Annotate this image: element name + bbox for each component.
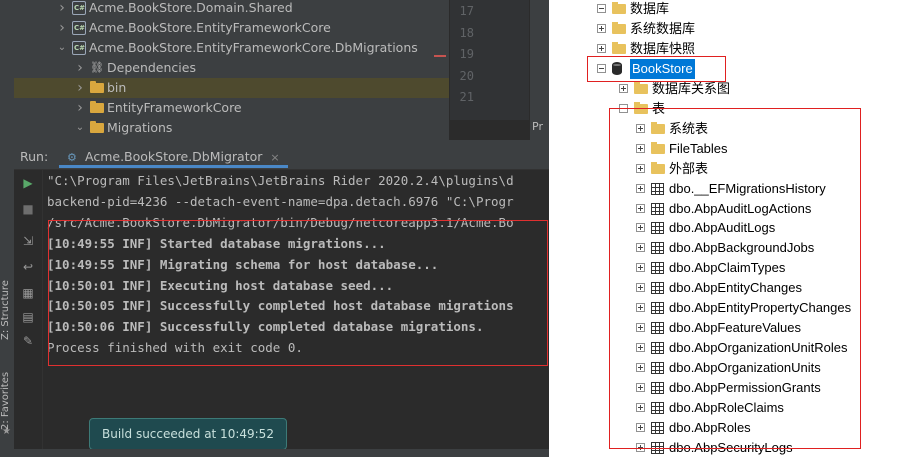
- folder-icon: [612, 21, 626, 34]
- tree-item[interactable]: › EntityFrameworkCore: [14, 98, 449, 118]
- close-tab-icon[interactable]: ×: [270, 151, 279, 164]
- folder-icon: [90, 98, 104, 119]
- line-number: 19: [459, 47, 474, 61]
- tree-item-label: Migrations: [107, 120, 173, 135]
- folder-icon: [90, 78, 104, 99]
- tree-item-label: Acme.BookStore.EntityFrameworkCore: [89, 20, 331, 35]
- print-icon[interactable]: ▤: [21, 310, 35, 324]
- tree-item-label: Acme.BookStore.Domain.Shared: [89, 0, 293, 15]
- tree-item[interactable]: ⌄ Migrations: [14, 118, 449, 138]
- expand-icon[interactable]: [597, 43, 606, 53]
- tree-item-label: EntityFrameworkCore: [107, 100, 242, 115]
- run-tools-column: ▶ ■ ⇲ ↩ ▦ ▤ ✎: [14, 170, 43, 457]
- stop-icon[interactable]: ■: [21, 202, 35, 216]
- line-number: 21: [459, 90, 474, 104]
- line-number: 20: [459, 68, 474, 83]
- pin-icon[interactable]: ✎: [21, 334, 35, 348]
- soft-wrap-icon[interactable]: ↩: [21, 260, 35, 274]
- scroll-end-icon[interactable]: ⇲: [21, 234, 35, 248]
- folder-icon: [612, 2, 626, 14]
- highlight-box-database: [587, 56, 726, 82]
- tree-item-label: Dependencies: [107, 60, 196, 75]
- tree-item[interactable]: › ⛓ Dependencies: [14, 58, 449, 78]
- favorites-side-tab[interactable]: 2: Favorites: [0, 360, 14, 430]
- node-label: 系统数据库: [630, 20, 696, 36]
- rider-ide: Z: Structure 2: Favorites ★ ›Acme.BookSt…: [0, 0, 549, 457]
- line-number: 17: [459, 4, 474, 18]
- run-tab-label: Acme.BookStore.DbMigrator: [85, 149, 263, 164]
- layout-icon[interactable]: ▦: [21, 286, 35, 300]
- run-toolbar: Run: ⚙ Acme.BookStore.DbMigrator ×: [14, 145, 549, 170]
- run-label: Run:: [20, 149, 49, 164]
- collapse-icon[interactable]: [597, 4, 606, 13]
- folder-icon: [90, 118, 104, 139]
- structure-side-tab[interactable]: Z: Structure: [0, 262, 14, 340]
- folder-icon: [634, 81, 648, 94]
- folder-icon: [612, 41, 626, 54]
- line-number: 18: [459, 25, 474, 40]
- run-config-tab[interactable]: ⚙ Acme.BookStore.DbMigrator ×: [59, 145, 288, 168]
- tree-item[interactable]: › bin: [14, 78, 449, 98]
- rerun-icon[interactable]: ▶: [21, 176, 35, 190]
- chevron-right-icon[interactable]: ›: [74, 58, 86, 78]
- chevron-right-icon[interactable]: ›: [56, 0, 68, 18]
- chevron-down-icon[interactable]: ⌄: [74, 118, 86, 138]
- run-config-icon: ⚙: [67, 151, 77, 164]
- tree-item[interactable]: ⌄ Acme.BookStore.EntityFrameworkCore.DbMi…: [14, 38, 449, 58]
- console-line: "C:\Program Files\JetBrains\JetBrains Ri…: [47, 173, 514, 188]
- console-line: backend-pid=4236 --detach-event-name=dpa…: [47, 193, 514, 209]
- tree-item-label: Acme.BookStore.EntityFrameworkCore.DbMig…: [89, 40, 418, 55]
- chevron-right-icon[interactable]: ›: [56, 18, 68, 38]
- highlight-box-tables: [609, 108, 861, 449]
- chevron-down-icon[interactable]: ⌄: [56, 38, 68, 58]
- expand-icon[interactable]: [597, 23, 606, 33]
- tree-item[interactable]: › Acme.BookStore.Domain.Shared: [14, 0, 449, 18]
- expand-icon[interactable]: [619, 83, 628, 93]
- right-panel-label[interactable]: Pr: [532, 120, 543, 133]
- node-label: 数据库: [630, 1, 670, 16]
- star-icon: ★: [2, 426, 11, 437]
- right-tool-panel: [529, 0, 549, 140]
- editor-gutter: 17 18 19 20 21: [449, 0, 530, 120]
- status-bar: [0, 449, 549, 457]
- dependencies-icon: ⛓: [90, 61, 104, 74]
- breakpoint-marker: [434, 55, 446, 57]
- tree-item[interactable]: › Acme.BookStore.EntityFrameworkCore: [14, 18, 449, 38]
- object-explorer-node[interactable]: 数据库: [549, 0, 912, 19]
- object-explorer-node[interactable]: 系统数据库: [549, 19, 912, 39]
- tree-item-label: bin: [107, 80, 127, 95]
- chevron-right-icon[interactable]: ›: [74, 78, 86, 98]
- left-tool-strip: Z: Structure 2: Favorites ★: [0, 0, 15, 457]
- solution-tree: ›Acme.BookStore.Domain.Shared›Acme.BookS…: [14, 0, 449, 140]
- build-status-toast[interactable]: Build succeeded at 10:49:52: [89, 418, 287, 450]
- highlight-box-log: [48, 220, 548, 366]
- chevron-right-icon[interactable]: ›: [74, 98, 86, 118]
